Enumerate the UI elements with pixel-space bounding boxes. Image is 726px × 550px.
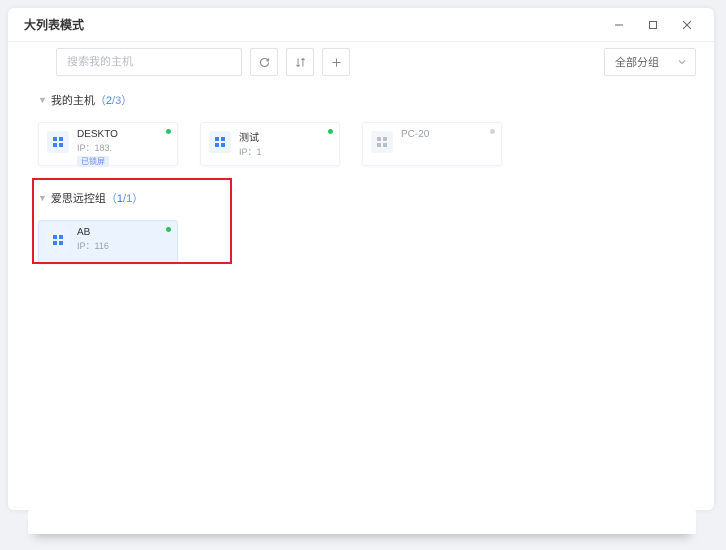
host-card[interactable]: 测试 IP：1 xyxy=(200,122,340,166)
group-filter-dropdown[interactable]: 全部分组 xyxy=(604,48,696,76)
add-button[interactable] xyxy=(322,48,350,76)
app-window: 大列表模式 全部分组 xyxy=(8,8,714,510)
host-ip: IP：183. xyxy=(77,141,118,154)
window-title: 大列表模式 xyxy=(24,16,602,33)
collapse-icon: ▼ xyxy=(38,193,47,203)
lock-badge: 已锁屏 xyxy=(77,156,109,167)
windows-icon xyxy=(209,131,231,153)
group-count: （1/1） xyxy=(106,190,143,206)
status-dot-online xyxy=(166,227,171,232)
host-name: DESKTO xyxy=(77,129,118,140)
card-row: DESKTO IP：183. 已锁屏 测试 IP：1 xyxy=(38,122,696,166)
host-group: ▼ 爱思远控组 （1/1） AB IP：116 xyxy=(38,186,696,264)
minimize-button[interactable] xyxy=(602,11,636,39)
group-name: 爱思远控组 xyxy=(51,190,106,206)
group-header[interactable]: ▼ 爱思远控组 （1/1） xyxy=(38,186,696,210)
windows-icon xyxy=(47,131,69,153)
host-card[interactable]: DESKTO IP：183. 已锁屏 xyxy=(38,122,178,166)
bottom-shadow xyxy=(28,510,696,534)
windows-icon xyxy=(371,131,393,153)
host-card[interactable]: PC-20 xyxy=(362,122,502,166)
group-count: （2/3） xyxy=(95,92,132,108)
toolbar: 全部分组 xyxy=(8,42,714,82)
host-name: PC-20 xyxy=(401,129,429,140)
group-header[interactable]: ▼ 我的主机 （2/3） xyxy=(38,88,696,112)
host-name: AB xyxy=(77,227,109,238)
chevron-down-icon xyxy=(677,57,687,67)
card-row: AB IP：116 xyxy=(38,220,696,264)
windows-icon xyxy=(47,229,69,251)
status-dot-offline xyxy=(490,129,495,134)
titlebar: 大列表模式 xyxy=(8,8,714,42)
maximize-button[interactable] xyxy=(636,11,670,39)
content-area: ▼ 我的主机 （2/3） DESKTO IP：183. 已锁屏 xyxy=(8,88,714,272)
host-card[interactable]: AB IP：116 xyxy=(38,220,178,264)
host-ip: IP：116 xyxy=(77,239,109,252)
dropdown-label: 全部分组 xyxy=(615,54,659,70)
host-ip: IP：1 xyxy=(239,145,262,158)
group-name: 我的主机 xyxy=(51,92,95,108)
collapse-icon: ▼ xyxy=(38,95,47,105)
refresh-button[interactable] xyxy=(250,48,278,76)
host-name: 测试 xyxy=(239,129,262,144)
status-dot-online xyxy=(328,129,333,134)
host-group: ▼ 我的主机 （2/3） DESKTO IP：183. 已锁屏 xyxy=(38,88,696,166)
sort-button[interactable] xyxy=(286,48,314,76)
search-input[interactable] xyxy=(56,48,242,76)
close-button[interactable] xyxy=(670,11,704,39)
status-dot-online xyxy=(166,129,171,134)
window-controls xyxy=(602,11,704,39)
